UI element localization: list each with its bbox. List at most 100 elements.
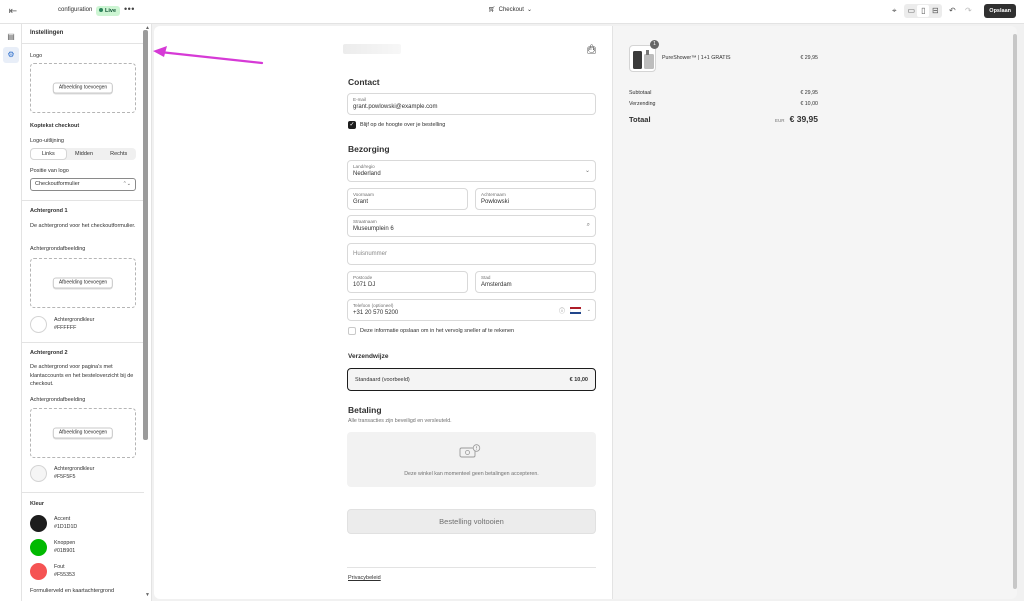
accent-color-picker[interactable]: Accent #1D1D1D [30,515,77,532]
netherlands-flag-icon[interactable] [570,307,581,314]
lastname-value: Powlowski [481,199,510,205]
add-bg1-image-button[interactable]: Afbeelding toevoegen [52,277,114,289]
bg1-color-swatch[interactable] [30,316,47,333]
logo-position-label: Positie van logo [30,168,69,174]
live-label: Live [105,8,117,14]
payment-message: Deze winkel kan momenteel geen betalinge… [404,471,539,477]
shipping-title: Verzendwijze [348,353,389,360]
desktop-icon[interactable]: ▭ [905,5,917,17]
logo-position-select[interactable]: Checkoutformulier ⌃⌄ [30,178,136,191]
more-actions-button[interactable]: ••• [124,4,135,14]
buttons-value: #01B901 [54,547,76,554]
complete-order-button[interactable]: Bestelling voltooien [347,509,596,534]
country-label: Land/regio [353,164,375,169]
panel-title: Instellingen [30,30,64,36]
bg2-image-dropzone[interactable]: Afbeelding toevoegen [30,408,136,458]
phone-label: Telefoon (optioneel) [353,303,394,308]
bg1-image-dropzone[interactable]: Afbeelding toevoegen [30,258,136,308]
fullwidth-icon[interactable]: ⊟ [929,5,941,17]
shipping-option[interactable]: Standaard (voorbeeld) € 10,00 [347,368,596,391]
bg1-color-value: #FFFFFF [54,324,77,331]
logo-position-value: Checkoutformulier [35,181,80,187]
mobile-icon[interactable]: ▯ [917,5,930,17]
logo-dropzone[interactable]: Afbeelding toevoegen [30,63,136,113]
shipping-label: Verzending [629,101,656,107]
shipping-value: € 10,00 [800,101,818,107]
newsletter-label: Blijf op de hoogte over je bestelling [360,122,446,128]
email-field[interactable]: E-mail grant.powlowski@example.com [347,93,596,115]
chevron-down-icon: ⌄ [526,7,533,13]
payment-title: Betaling [348,405,382,415]
bg1-color-label: Achtergrondkleur [54,317,95,323]
logo-alignment-label: Logo-uitlijning [30,138,64,144]
left-rail: ▤ ⚙ [0,24,22,601]
align-left-option[interactable]: Links [30,148,67,160]
housenumber-field[interactable]: Huisnummer [347,243,596,265]
error-color-swatch[interactable] [30,563,47,580]
product-price: € 29,95 [800,55,818,61]
align-center-option[interactable]: Midden [67,148,102,160]
shipping-option-price: € 10,00 [569,377,588,383]
bg1-image-label: Achtergrondafbeelding [30,246,86,252]
quantity-badge: 1 [650,40,659,49]
accent-label: Accent [54,516,71,522]
inspector-icon[interactable]: ⌖ [888,4,900,18]
bg2-color-picker[interactable]: Achtergrondkleur #F5F5F5 [30,465,94,482]
search-icon: ⌕ [586,222,590,228]
bg2-color-swatch[interactable] [30,465,47,482]
city-value: Amsterdam [481,282,512,288]
total-label: Totaal [629,115,651,124]
firstname-field[interactable]: Voornaam Grant [347,188,468,210]
shower-product-icon [633,50,654,69]
error-color-picker[interactable]: Fout #F55353 [30,563,75,580]
scroll-down-icon[interactable]: ▼ [145,592,150,598]
payment-subtitle: Alle transacties zijn beveiligd en versl… [348,418,452,424]
page-selector-label: Checkout [498,6,524,13]
email-label: E-mail [353,97,367,102]
bg1-color-picker[interactable]: Achtergrondkleur #FFFFFF [30,316,94,333]
newsletter-checkbox[interactable]: ✓ [348,121,356,129]
align-right-option[interactable]: Rechts [101,148,136,160]
live-badge: Live [96,6,121,16]
payment-unavailable-box: Deze winkel kan momenteel geen betalinge… [347,432,596,487]
redo-icon[interactable]: ↷ [962,4,974,18]
phone-field[interactable]: Telefoon (optioneel) +31 20 570 5200 ⓘ ⌄ [347,299,596,321]
divider [22,43,144,44]
undo-icon[interactable]: ↶ [946,4,958,18]
logo-label: Logo [30,53,43,59]
privacy-policy-link[interactable]: Privacybeleid [348,575,381,581]
buttons-color-swatch[interactable] [30,539,47,556]
subtotal-value: € 29,95 [800,90,818,96]
phone-value: +31 20 570 5200 [353,310,399,316]
color-section-title: Kleur [30,501,45,507]
postcode-label: Postcode [353,275,373,280]
annotation-arrow-icon [153,46,264,65]
buttons-color-picker[interactable]: Knoppen #01B901 [30,539,75,556]
page-selector[interactable]: 🛒︎ Checkout ⌄ [488,6,533,14]
add-logo-image-button[interactable]: Afbeelding toevoegen [52,82,114,94]
settings-gear-icon[interactable]: ⚙ [3,47,19,63]
city-field[interactable]: Stad Amsterdam [475,271,596,293]
lastname-field[interactable]: Achternaam Powlowski [475,188,596,210]
buttons-label: Knoppen [54,540,76,546]
preview-scrollbar[interactable] [1013,34,1017,589]
exit-icon[interactable]: ⇤ [6,5,20,19]
contact-title: Contact [348,77,380,87]
sections-icon[interactable]: ▤ [3,29,19,45]
divider [22,492,144,493]
divider [22,342,144,343]
subtotal-label: Subtotaal [629,90,652,96]
accent-color-swatch[interactable] [30,515,47,532]
help-icon[interactable]: ⓘ [559,306,565,315]
housenumber-placeholder: Huisnummer [353,251,388,257]
save-info-checkbox[interactable] [348,327,356,335]
country-select[interactable]: Land/regio Nederland ⌄ [347,160,596,182]
street-field[interactable]: Straatnaam Museumplein 6 ⌕ [347,215,596,237]
firstname-label: Voornaam [353,192,374,197]
save-button[interactable]: Opslaan [984,4,1016,18]
shopping-bag-icon[interactable]: 👜︎ [586,44,597,55]
postcode-field[interactable]: Postcode 1071 DJ [347,271,468,293]
bg1-title: Achtergrond 1 [30,208,68,214]
panel-scrollbar[interactable] [143,30,148,440]
add-bg2-image-button[interactable]: Afbeelding toevoegen [52,427,114,439]
